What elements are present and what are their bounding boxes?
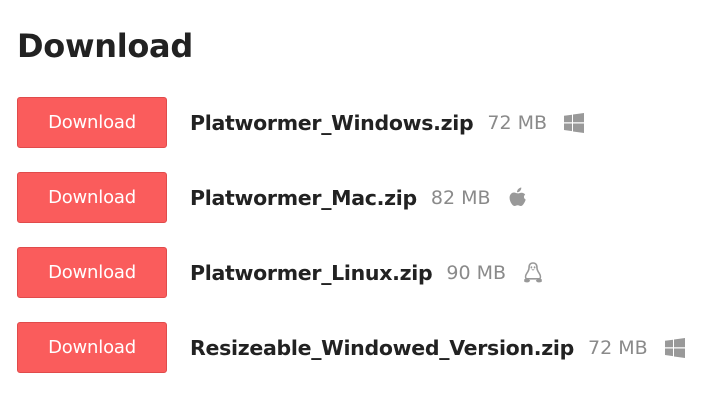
download-button-resizeable[interactable]: Download (17, 322, 167, 373)
file-size: 82 MB (430, 186, 491, 209)
upload-row-linux: Download Platwormer_Linux.zip 90 MB (17, 247, 697, 298)
file-name: Resizeable_Windowed_Version.zip (190, 335, 574, 360)
download-button-mac[interactable]: Download (17, 172, 167, 223)
windows-icon (563, 112, 585, 134)
upload-row-windows: Download Platwormer_Windows.zip 72 MB (17, 97, 697, 148)
file-size: 72 MB (587, 336, 648, 359)
file-name: Platwormer_Mac.zip (190, 185, 417, 210)
page-title: Download (17, 27, 193, 65)
windows-icon (664, 337, 686, 359)
upload-list: Download Platwormer_Windows.zip 72 MB Do… (17, 97, 697, 373)
file-size: 72 MB (487, 111, 548, 134)
linux-icon (522, 261, 544, 284)
apple-icon (507, 187, 529, 209)
upload-row-mac: Download Platwormer_Mac.zip 82 MB (17, 172, 697, 223)
download-button-linux[interactable]: Download (17, 247, 167, 298)
upload-row-resizeable: Download Resizeable_Windowed_Version.zip… (17, 322, 697, 373)
file-size: 90 MB (446, 261, 507, 284)
file-name: Platwormer_Linux.zip (190, 260, 433, 285)
download-button-windows[interactable]: Download (17, 97, 167, 148)
download-page: Download Download Platwormer_Windows.zip… (0, 0, 709, 402)
file-name: Platwormer_Windows.zip (190, 110, 474, 135)
